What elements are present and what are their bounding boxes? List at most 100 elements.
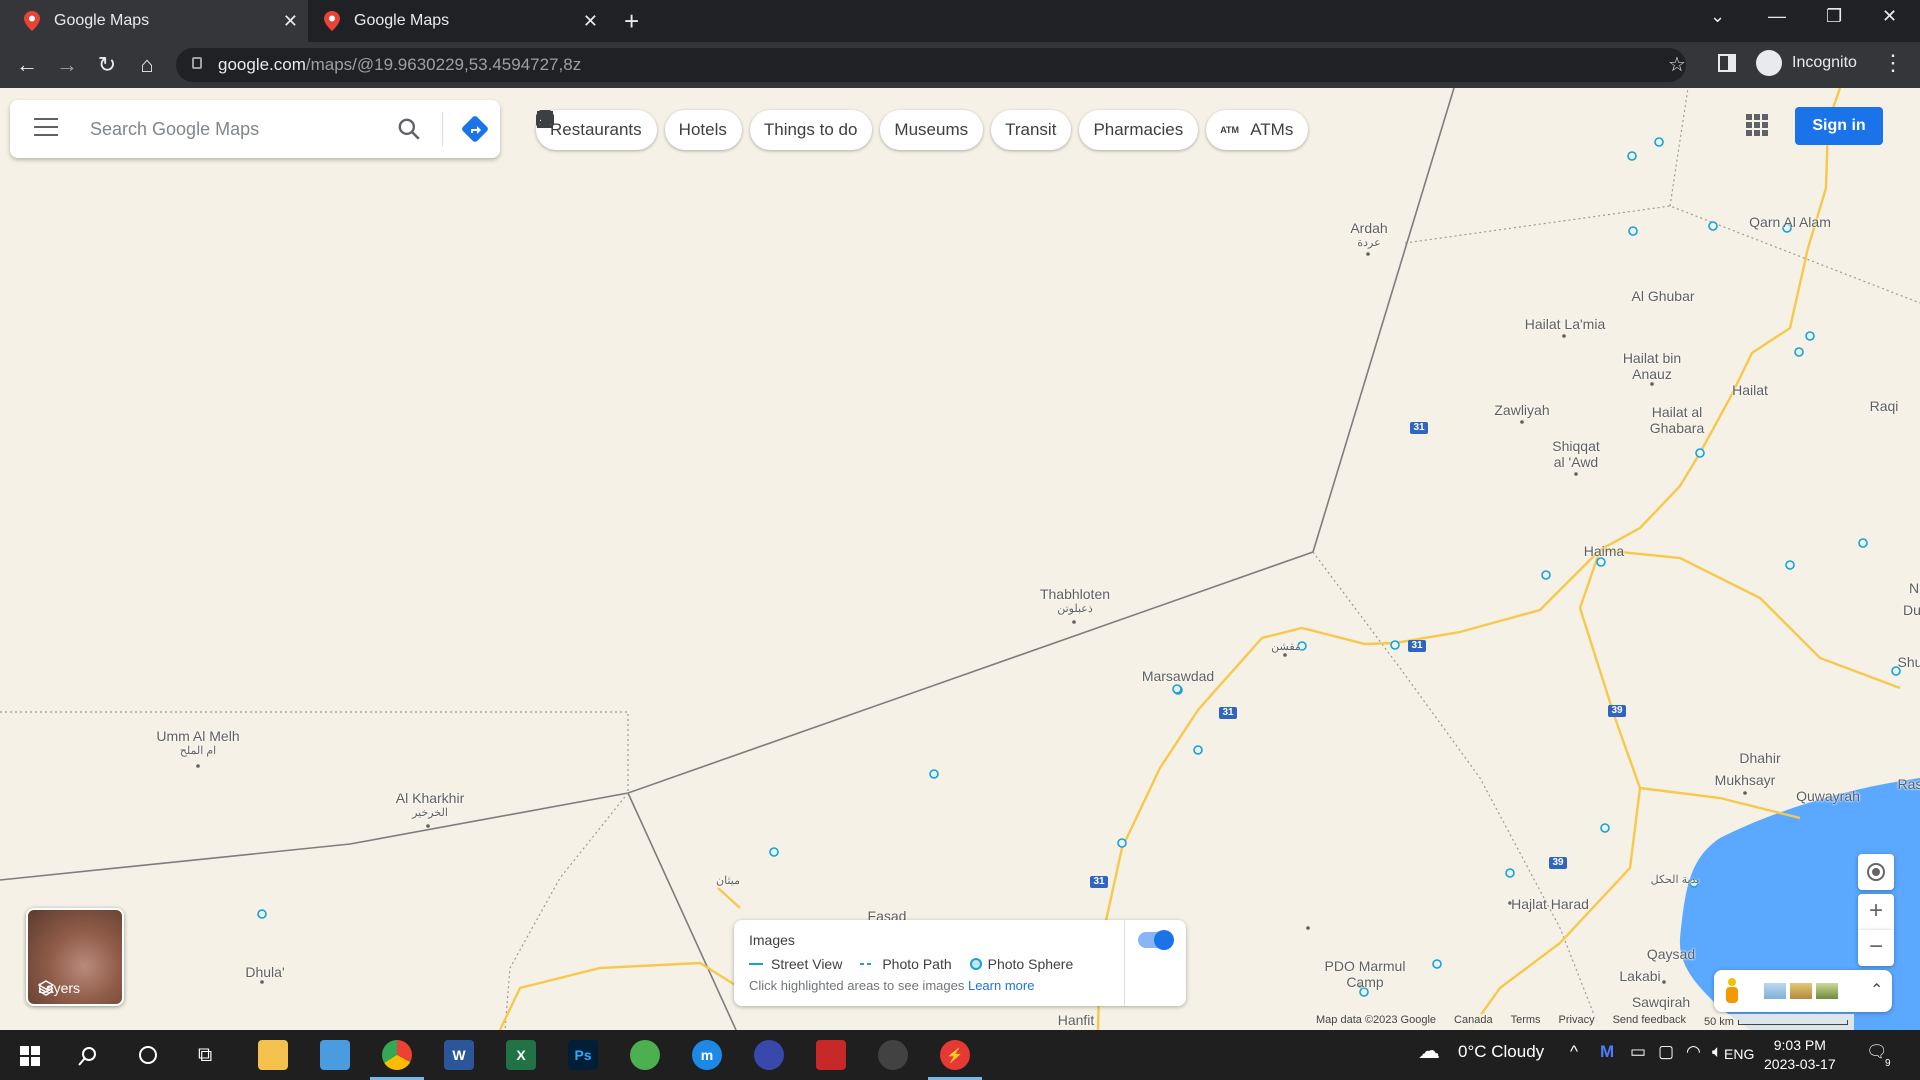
street-view-toggle[interactable] (1138, 930, 1174, 950)
place-label[interactable]: Hajlat Harad (1511, 896, 1589, 912)
chip-things-to-do[interactable]: Things to do (536, 110, 873, 150)
menu-icon[interactable] (34, 118, 58, 138)
place-label[interactable]: Ras (1898, 776, 1920, 792)
place-label[interactable]: Anauz (1632, 366, 1672, 382)
place-label[interactable]: Qaysad (1647, 946, 1695, 962)
music-app-icon[interactable] (878, 1040, 908, 1070)
display-icon[interactable]: ▢ (1658, 1042, 1674, 1062)
back-icon[interactable]: ← (12, 50, 42, 80)
learn-more-link[interactable]: Learn more (968, 978, 1034, 993)
chip-pharmacies[interactable]: Pharmacies (537, 110, 1199, 150)
chrome-icon[interactable] (370, 1040, 424, 1080)
close-tab-icon[interactable]: ✕ (583, 11, 598, 32)
place-label[interactable]: Hanfit (1058, 1012, 1095, 1028)
battery-icon[interactable]: ▭ (1630, 1042, 1646, 1062)
close-window-icon[interactable]: ✕ (1882, 6, 1897, 27)
place-label[interactable]: Hailat al (1652, 404, 1703, 420)
malwarebytes-icon[interactable]: M (1600, 1042, 1614, 1062)
privacy-link[interactable]: Privacy (1559, 1014, 1595, 1030)
scale-bar[interactable]: 50 km (1704, 1014, 1848, 1030)
place-label[interactable]: Haima (1584, 543, 1624, 559)
excel-icon[interactable]: X (506, 1040, 536, 1070)
bookmark-star-icon[interactable]: ☆ (1668, 52, 1686, 77)
place-label[interactable]: Ardah عردة (1350, 220, 1387, 249)
forward-icon[interactable]: → (52, 50, 82, 80)
place-label[interactable]: Hailat (1732, 382, 1768, 398)
restore-icon[interactable]: ❐ (1826, 6, 1842, 27)
imagery-thumbnail[interactable] (1764, 983, 1786, 999)
volume-icon[interactable]: 🔈︎ (1712, 1042, 1722, 1062)
windows-start-icon[interactable] (20, 1046, 40, 1066)
media-app-icon[interactable] (754, 1040, 784, 1070)
place-label[interactable]: PDO Marmul (1325, 958, 1406, 974)
search-icon[interactable] (396, 116, 422, 142)
imagery-thumbnail[interactable] (1816, 983, 1838, 999)
control-panel-icon[interactable] (320, 1040, 350, 1070)
google-apps-icon[interactable] (1746, 114, 1768, 136)
chip-atms[interactable]: ATM ATMs (1206, 110, 1309, 150)
place-label[interactable]: N (1909, 580, 1919, 596)
place-label[interactable]: Du (1903, 602, 1920, 618)
place-label[interactable]: ميثان (716, 874, 740, 887)
chip-transit[interactable]: Transit (538, 110, 1072, 150)
incognito-profile[interactable]: Incognito (1756, 50, 1857, 76)
layers-button[interactable]: Layers (26, 908, 124, 1006)
place-label[interactable]: Shu (1898, 654, 1920, 670)
place-label[interactable]: بدية الحكل (1651, 873, 1700, 886)
place-label[interactable]: Shiqqat (1552, 438, 1599, 454)
place-label[interactable]: Camp (1346, 974, 1383, 990)
browser-menu-icon[interactable]: ⋮ (1882, 50, 1904, 76)
place-label[interactable]: Marsawdad (1142, 668, 1214, 684)
imagery-thumbnail[interactable] (1790, 983, 1812, 999)
mu-app-icon[interactable]: m (692, 1040, 722, 1070)
place-label[interactable]: Dhula' (245, 964, 284, 980)
tab-search-icon[interactable]: ⌄ (1710, 6, 1725, 27)
place-label[interactable]: Raqi (1870, 398, 1899, 414)
flash-app-icon[interactable]: ⚡ (928, 1040, 982, 1080)
place-label[interactable]: Zawliyah (1494, 402, 1549, 418)
screen-recorder-icon[interactable] (816, 1040, 846, 1070)
terms-link[interactable]: Terms (1511, 1014, 1541, 1030)
place-label[interactable]: al 'Awd (1554, 454, 1598, 470)
place-label[interactable]: Dhahir (1739, 750, 1780, 766)
place-label[interactable]: Al Ghubar (1631, 288, 1694, 304)
place-label[interactable]: Quwayrah (1796, 788, 1860, 804)
zoom-in-button[interactable]: + (1858, 894, 1894, 930)
chip-museums[interactable]: Museums (537, 110, 984, 150)
search-input[interactable] (90, 114, 380, 144)
my-location-button[interactable] (1858, 854, 1894, 890)
place-label[interactable]: Ghabara (1650, 420, 1704, 436)
place-label[interactable]: Hailat bin (1623, 350, 1681, 366)
weather-text[interactable]: 0°C Cloudy (1458, 1042, 1544, 1062)
minimize-icon[interactable]: — (1768, 6, 1786, 27)
chevron-up-icon[interactable]: ^ (1570, 1042, 1578, 1062)
search-icon[interactable] (78, 1046, 98, 1066)
place-label[interactable]: Thabhloten ذعبلوتن (1040, 586, 1110, 615)
chevron-up-icon[interactable]: ⌃ (1870, 980, 1883, 1000)
chip-hotels[interactable]: Hotels (537, 110, 742, 150)
language-indicator[interactable]: ENG (1724, 1046, 1754, 1062)
map-canvas[interactable]: 31 31 31 31 39 39 Ardah عردة Qarn Al Alam… (0, 88, 1920, 1030)
close-tab-icon[interactable]: ✕ (283, 11, 298, 32)
feedback-link[interactable]: Send feedback (1613, 1014, 1686, 1030)
browser-tab[interactable]: Google Maps ✕ (300, 0, 608, 42)
place-label[interactable]: Al Kharkhir الخرخير (396, 790, 464, 819)
place-label[interactable]: Mukhsayr (1715, 772, 1776, 788)
place-label[interactable]: مقشن (1271, 640, 1301, 653)
task-view-icon[interactable]: ⧉ (198, 1044, 212, 1067)
word-icon[interactable]: W (444, 1040, 474, 1070)
place-label[interactable]: Hailat La'mia (1525, 316, 1606, 332)
weather-icon[interactable]: ☁ (1418, 1038, 1440, 1064)
url-input[interactable]: google.com/maps/@19.9630229,53.4594727,8… (176, 48, 1686, 82)
region-link[interactable]: Canada (1454, 1014, 1493, 1030)
place-label[interactable]: Sawqirah (1632, 994, 1690, 1010)
wifi-icon[interactable]: ◠ (1686, 1042, 1701, 1062)
reload-icon[interactable]: ↻ (92, 50, 122, 80)
chip-restaurants[interactable]: Restaurants (536, 110, 657, 150)
place-label[interactable]: Lakabi (1619, 968, 1660, 984)
home-icon[interactable]: ⌂ (132, 50, 162, 80)
photoshop-icon[interactable]: Ps (568, 1040, 598, 1070)
place-label[interactable]: Umm Al Melh ام الملح (156, 728, 239, 757)
zoom-out-button[interactable]: − (1858, 930, 1894, 966)
directions-icon[interactable] (460, 114, 490, 144)
